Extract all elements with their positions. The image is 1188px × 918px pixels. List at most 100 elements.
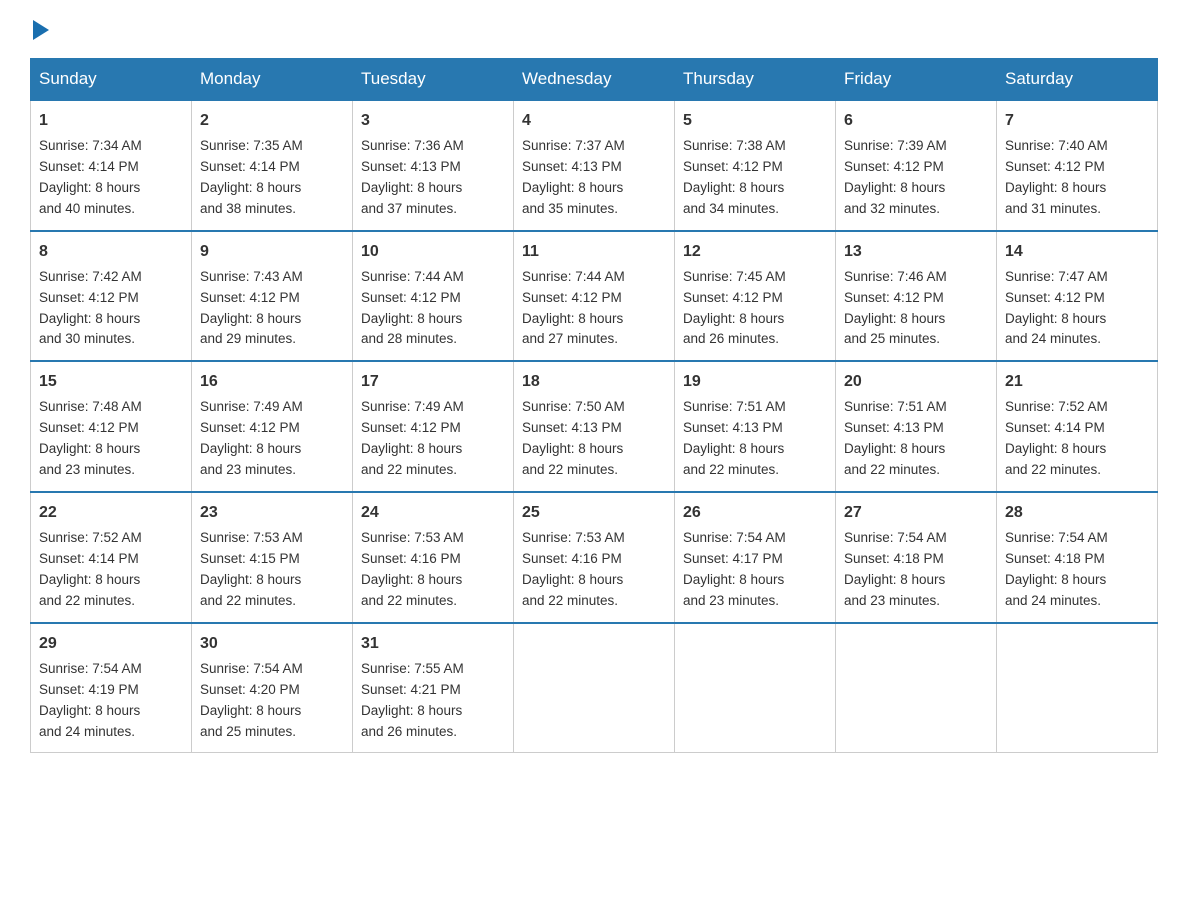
day-info: Sunrise: 7:47 AMSunset: 4:12 PMDaylight:… [1005, 269, 1108, 347]
day-info: Sunrise: 7:53 AMSunset: 4:16 PMDaylight:… [361, 530, 464, 608]
calendar-cell: 11 Sunrise: 7:44 AMSunset: 4:12 PMDaylig… [514, 231, 675, 362]
day-number: 18 [522, 370, 666, 394]
day-info: Sunrise: 7:52 AMSunset: 4:14 PMDaylight:… [1005, 399, 1108, 477]
weekday-header-row: SundayMondayTuesdayWednesdayThursdayFrid… [31, 59, 1158, 101]
calendar-week-row-5: 29 Sunrise: 7:54 AMSunset: 4:19 PMDaylig… [31, 623, 1158, 753]
calendar-cell: 14 Sunrise: 7:47 AMSunset: 4:12 PMDaylig… [997, 231, 1158, 362]
day-number: 8 [39, 240, 183, 264]
day-info: Sunrise: 7:55 AMSunset: 4:21 PMDaylight:… [361, 661, 464, 739]
day-info: Sunrise: 7:54 AMSunset: 4:20 PMDaylight:… [200, 661, 303, 739]
page-header [30, 20, 1158, 38]
day-number: 3 [361, 109, 505, 133]
calendar-cell: 30 Sunrise: 7:54 AMSunset: 4:20 PMDaylig… [192, 623, 353, 753]
day-info: Sunrise: 7:54 AMSunset: 4:18 PMDaylight:… [1005, 530, 1108, 608]
day-number: 5 [683, 109, 827, 133]
calendar-cell: 26 Sunrise: 7:54 AMSunset: 4:17 PMDaylig… [675, 492, 836, 623]
day-number: 24 [361, 501, 505, 525]
day-number: 13 [844, 240, 988, 264]
calendar-cell: 3 Sunrise: 7:36 AMSunset: 4:13 PMDayligh… [353, 100, 514, 231]
calendar-cell: 4 Sunrise: 7:37 AMSunset: 4:13 PMDayligh… [514, 100, 675, 231]
day-number: 7 [1005, 109, 1149, 133]
day-number: 11 [522, 240, 666, 264]
calendar-cell [836, 623, 997, 753]
calendar-cell: 20 Sunrise: 7:51 AMSunset: 4:13 PMDaylig… [836, 361, 997, 492]
weekday-header-saturday: Saturday [997, 59, 1158, 101]
calendar-cell [675, 623, 836, 753]
calendar-cell: 12 Sunrise: 7:45 AMSunset: 4:12 PMDaylig… [675, 231, 836, 362]
day-number: 6 [844, 109, 988, 133]
calendar-cell: 1 Sunrise: 7:34 AMSunset: 4:14 PMDayligh… [31, 100, 192, 231]
calendar-table: SundayMondayTuesdayWednesdayThursdayFrid… [30, 58, 1158, 753]
calendar-cell: 17 Sunrise: 7:49 AMSunset: 4:12 PMDaylig… [353, 361, 514, 492]
day-number: 21 [1005, 370, 1149, 394]
day-number: 30 [200, 632, 344, 656]
calendar-cell: 6 Sunrise: 7:39 AMSunset: 4:12 PMDayligh… [836, 100, 997, 231]
day-info: Sunrise: 7:45 AMSunset: 4:12 PMDaylight:… [683, 269, 786, 347]
day-number: 26 [683, 501, 827, 525]
calendar-week-row-2: 8 Sunrise: 7:42 AMSunset: 4:12 PMDayligh… [31, 231, 1158, 362]
day-info: Sunrise: 7:53 AMSunset: 4:15 PMDaylight:… [200, 530, 303, 608]
day-number: 2 [200, 109, 344, 133]
day-info: Sunrise: 7:36 AMSunset: 4:13 PMDaylight:… [361, 138, 464, 216]
day-number: 10 [361, 240, 505, 264]
logo [30, 20, 49, 38]
day-info: Sunrise: 7:54 AMSunset: 4:18 PMDaylight:… [844, 530, 947, 608]
calendar-cell: 21 Sunrise: 7:52 AMSunset: 4:14 PMDaylig… [997, 361, 1158, 492]
day-number: 23 [200, 501, 344, 525]
day-info: Sunrise: 7:44 AMSunset: 4:12 PMDaylight:… [361, 269, 464, 347]
day-info: Sunrise: 7:51 AMSunset: 4:13 PMDaylight:… [683, 399, 786, 477]
day-number: 22 [39, 501, 183, 525]
calendar-cell: 27 Sunrise: 7:54 AMSunset: 4:18 PMDaylig… [836, 492, 997, 623]
day-info: Sunrise: 7:35 AMSunset: 4:14 PMDaylight:… [200, 138, 303, 216]
calendar-cell: 18 Sunrise: 7:50 AMSunset: 4:13 PMDaylig… [514, 361, 675, 492]
day-number: 28 [1005, 501, 1149, 525]
day-info: Sunrise: 7:49 AMSunset: 4:12 PMDaylight:… [200, 399, 303, 477]
calendar-week-row-1: 1 Sunrise: 7:34 AMSunset: 4:14 PMDayligh… [31, 100, 1158, 231]
day-number: 29 [39, 632, 183, 656]
day-info: Sunrise: 7:42 AMSunset: 4:12 PMDaylight:… [39, 269, 142, 347]
weekday-header-friday: Friday [836, 59, 997, 101]
calendar-cell: 8 Sunrise: 7:42 AMSunset: 4:12 PMDayligh… [31, 231, 192, 362]
calendar-cell: 9 Sunrise: 7:43 AMSunset: 4:12 PMDayligh… [192, 231, 353, 362]
calendar-cell: 22 Sunrise: 7:52 AMSunset: 4:14 PMDaylig… [31, 492, 192, 623]
day-info: Sunrise: 7:53 AMSunset: 4:16 PMDaylight:… [522, 530, 625, 608]
day-number: 25 [522, 501, 666, 525]
day-info: Sunrise: 7:37 AMSunset: 4:13 PMDaylight:… [522, 138, 625, 216]
day-info: Sunrise: 7:50 AMSunset: 4:13 PMDaylight:… [522, 399, 625, 477]
calendar-cell [997, 623, 1158, 753]
weekday-header-thursday: Thursday [675, 59, 836, 101]
calendar-week-row-4: 22 Sunrise: 7:52 AMSunset: 4:14 PMDaylig… [31, 492, 1158, 623]
day-number: 31 [361, 632, 505, 656]
logo-triangle-icon [33, 20, 49, 40]
day-number: 1 [39, 109, 183, 133]
day-number: 16 [200, 370, 344, 394]
calendar-cell: 7 Sunrise: 7:40 AMSunset: 4:12 PMDayligh… [997, 100, 1158, 231]
day-info: Sunrise: 7:54 AMSunset: 4:19 PMDaylight:… [39, 661, 142, 739]
calendar-cell: 5 Sunrise: 7:38 AMSunset: 4:12 PMDayligh… [675, 100, 836, 231]
day-number: 17 [361, 370, 505, 394]
calendar-cell: 10 Sunrise: 7:44 AMSunset: 4:12 PMDaylig… [353, 231, 514, 362]
calendar-cell: 13 Sunrise: 7:46 AMSunset: 4:12 PMDaylig… [836, 231, 997, 362]
calendar-cell: 29 Sunrise: 7:54 AMSunset: 4:19 PMDaylig… [31, 623, 192, 753]
day-info: Sunrise: 7:46 AMSunset: 4:12 PMDaylight:… [844, 269, 947, 347]
day-info: Sunrise: 7:40 AMSunset: 4:12 PMDaylight:… [1005, 138, 1108, 216]
weekday-header-tuesday: Tuesday [353, 59, 514, 101]
calendar-cell: 16 Sunrise: 7:49 AMSunset: 4:12 PMDaylig… [192, 361, 353, 492]
calendar-week-row-3: 15 Sunrise: 7:48 AMSunset: 4:12 PMDaylig… [31, 361, 1158, 492]
weekday-header-monday: Monday [192, 59, 353, 101]
day-info: Sunrise: 7:38 AMSunset: 4:12 PMDaylight:… [683, 138, 786, 216]
weekday-header-wednesday: Wednesday [514, 59, 675, 101]
day-number: 15 [39, 370, 183, 394]
calendar-cell: 31 Sunrise: 7:55 AMSunset: 4:21 PMDaylig… [353, 623, 514, 753]
calendar-cell: 2 Sunrise: 7:35 AMSunset: 4:14 PMDayligh… [192, 100, 353, 231]
day-number: 12 [683, 240, 827, 264]
day-number: 9 [200, 240, 344, 264]
calendar-cell: 23 Sunrise: 7:53 AMSunset: 4:15 PMDaylig… [192, 492, 353, 623]
day-info: Sunrise: 7:48 AMSunset: 4:12 PMDaylight:… [39, 399, 142, 477]
day-number: 19 [683, 370, 827, 394]
day-info: Sunrise: 7:51 AMSunset: 4:13 PMDaylight:… [844, 399, 947, 477]
calendar-cell: 15 Sunrise: 7:48 AMSunset: 4:12 PMDaylig… [31, 361, 192, 492]
calendar-cell: 25 Sunrise: 7:53 AMSunset: 4:16 PMDaylig… [514, 492, 675, 623]
calendar-cell: 24 Sunrise: 7:53 AMSunset: 4:16 PMDaylig… [353, 492, 514, 623]
day-info: Sunrise: 7:54 AMSunset: 4:17 PMDaylight:… [683, 530, 786, 608]
